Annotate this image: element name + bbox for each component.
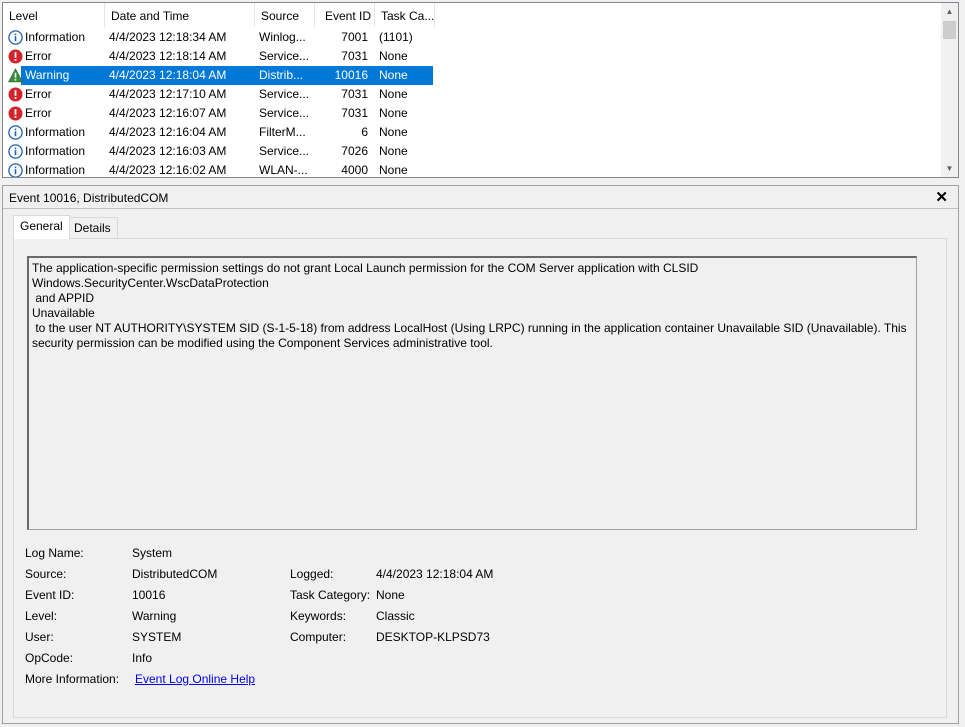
date-cell: 4/4/2023 12:18:04 AM <box>109 68 227 82</box>
general-tab-panel: The application-specific permission sett… <box>13 238 947 718</box>
error-icon <box>8 106 23 121</box>
source-cell: FilterM... <box>259 125 306 139</box>
source-cell: Winlog... <box>259 30 306 44</box>
level-label: Level: <box>25 609 58 623</box>
detail-title: Event 10016, DistributedCOM <box>9 191 169 205</box>
date-cell: 4/4/2023 12:16:04 AM <box>109 125 227 139</box>
log-name-label: Log Name: <box>25 546 84 560</box>
source-value: DistributedCOM <box>132 567 218 581</box>
level-cell: Information <box>25 30 86 44</box>
user-label: User: <box>25 630 54 644</box>
list-scrollbar[interactable]: ▲ ▼ <box>941 3 958 177</box>
task-category-value: None <box>376 588 405 602</box>
date-cell: 4/4/2023 12:17:10 AM <box>109 87 227 101</box>
computer-value: DESKTOP-KLPSD73 <box>376 630 490 644</box>
info-icon <box>8 144 23 159</box>
date-cell: 4/4/2023 12:18:34 AM <box>109 30 227 44</box>
task-category-cell: None <box>379 144 408 158</box>
column-header-date[interactable]: Date and Time <box>105 3 255 27</box>
info-icon <box>8 125 23 140</box>
event-id-value: 10016 <box>132 588 166 602</box>
date-cell: 4/4/2023 12:16:07 AM <box>109 106 227 120</box>
column-header-task-category[interactable]: Task Ca... <box>375 3 435 27</box>
table-row[interactable]: Information 4/4/2023 12:16:04 AM FilterM..… <box>3 123 942 142</box>
column-header-event-id[interactable]: Event ID <box>315 3 375 27</box>
tab-general[interactable]: General <box>13 215 70 239</box>
table-row[interactable]: Error 4/4/2023 12:16:07 AM Service... 7031 N… <box>3 104 942 123</box>
more-information-label: More Information: <box>25 672 120 686</box>
opcode-value: Info <box>132 651 153 665</box>
info-icon <box>8 30 23 45</box>
level-cell: Information <box>25 144 86 158</box>
event-detail-pane: Event 10016, DistributedCOM ✕ General De… <box>2 185 959 724</box>
event-id-cell: 7031 <box>341 106 368 120</box>
event-id-cell: 10016 <box>334 68 368 82</box>
level-value: Warning <box>132 609 177 623</box>
event-id-cell: 4000 <box>341 163 368 177</box>
level-cell: Error <box>25 106 52 120</box>
logged-value: 4/4/2023 12:18:04 AM <box>376 567 494 581</box>
event-id-cell: 6 <box>361 125 368 139</box>
table-row[interactable]: Error 4/4/2023 12:17:10 AM Service... 7031 N… <box>3 85 942 104</box>
error-icon <box>8 87 23 102</box>
table-row[interactable]: Warning 4/4/2023 12:18:04 AM Distrib... 100… <box>3 66 942 85</box>
tab-details[interactable]: Details <box>67 217 118 238</box>
event-id-cell: 7001 <box>341 30 368 44</box>
keywords-value: Classic <box>376 609 415 623</box>
task-category-cell: None <box>379 68 408 82</box>
event-id-cell: 7031 <box>341 49 368 63</box>
table-row[interactable]: Information 4/4/2023 12:18:34 AM Winlog...… <box>3 28 942 47</box>
scrollbar-thumb[interactable] <box>943 21 956 39</box>
task-category-label: Task Category: <box>290 588 371 602</box>
table-row[interactable]: Information 4/4/2023 12:16:03 AM Service..… <box>3 142 942 161</box>
event-description[interactable]: The application-specific permission sett… <box>27 256 917 530</box>
column-header-source[interactable]: Source <box>255 3 315 27</box>
task-category-cell: None <box>379 125 408 139</box>
event-id-label: Event ID: <box>25 588 75 602</box>
task-category-cell: None <box>379 49 408 63</box>
source-cell: Service... <box>259 106 310 120</box>
task-category-cell: None <box>379 163 408 177</box>
table-row[interactable]: Error 4/4/2023 12:18:14 AM Service... 7031 N… <box>3 47 942 66</box>
level-cell: Warning <box>25 68 70 82</box>
source-cell: WLAN-... <box>259 163 308 177</box>
date-cell: 4/4/2023 12:18:14 AM <box>109 49 227 63</box>
warning-icon <box>8 68 23 83</box>
task-category-cell: None <box>379 87 408 101</box>
log-name-value: System <box>132 546 173 560</box>
event-id-cell: 7026 <box>341 144 368 158</box>
close-icon[interactable]: ✕ <box>935 188 948 206</box>
event-list[interactable]: Level Date and Time Source Event ID Task… <box>2 2 959 178</box>
task-category-cell: (1101) <box>379 30 413 44</box>
event-log-online-help-link[interactable]: Event Log Online Help <box>135 672 255 686</box>
date-cell: 4/4/2023 12:16:02 AM <box>109 163 227 177</box>
logged-label: Logged: <box>290 567 334 581</box>
error-icon <box>8 49 23 64</box>
scroll-down-arrow-icon[interactable]: ▼ <box>941 160 958 177</box>
computer-label: Computer: <box>290 630 347 644</box>
source-label: Source: <box>25 567 67 581</box>
opcode-label: OpCode: <box>25 651 74 665</box>
date-cell: 4/4/2023 12:16:03 AM <box>109 144 227 158</box>
divider <box>3 208 958 209</box>
info-icon <box>8 163 23 177</box>
user-value: SYSTEM <box>132 630 182 644</box>
keywords-label: Keywords: <box>290 609 347 623</box>
level-cell: Error <box>25 49 52 63</box>
table-row[interactable]: Information 4/4/2023 12:16:02 AM WLAN-... 4… <box>3 161 942 177</box>
event-id-cell: 7031 <box>341 87 368 101</box>
level-cell: Error <box>25 87 52 101</box>
source-cell: Distrib... <box>259 68 304 82</box>
column-header-level[interactable]: Level <box>3 3 105 27</box>
level-cell: Information <box>25 163 86 177</box>
list-header: Level Date and Time Source Event ID Task… <box>3 3 942 27</box>
task-category-cell: None <box>379 106 408 120</box>
source-cell: Service... <box>259 87 310 101</box>
level-cell: Information <box>25 125 86 139</box>
event-rows: Information 4/4/2023 12:18:34 AM Winlog...… <box>3 28 942 177</box>
scroll-up-arrow-icon[interactable]: ▲ <box>941 3 958 20</box>
source-cell: Service... <box>259 144 310 158</box>
source-cell: Service... <box>259 49 310 63</box>
